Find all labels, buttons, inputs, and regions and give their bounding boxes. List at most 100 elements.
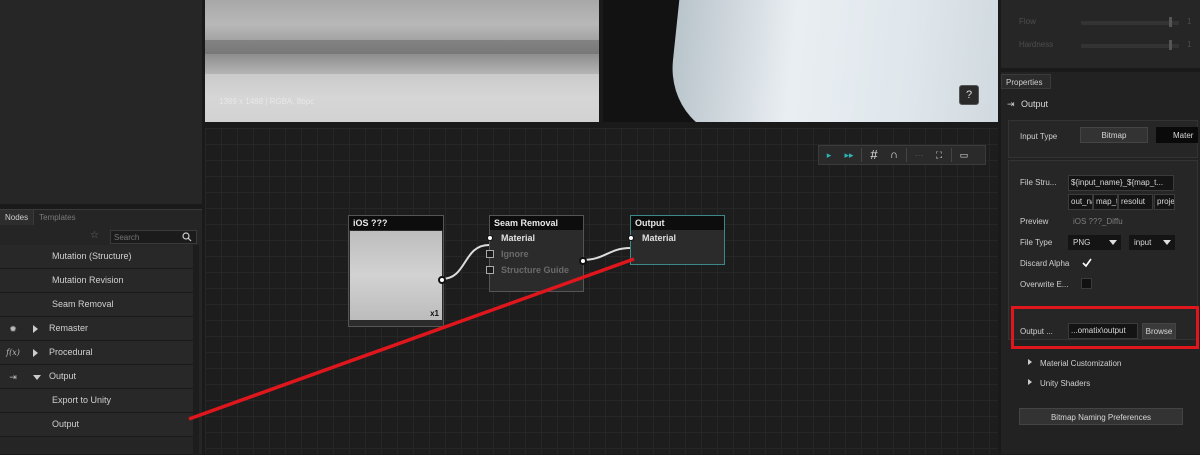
- list-item-label: Export to Unity: [52, 395, 112, 405]
- list-item-label: Output: [52, 419, 80, 429]
- file-structure-part[interactable]: resolut: [1118, 194, 1153, 210]
- list-item[interactable]: Mutation (Structure): [0, 245, 193, 269]
- scrollbar[interactable]: [193, 245, 199, 455]
- slider-hardness[interactable]: Hardness 1: [1001, 37, 1200, 55]
- preview-value: iOS ???_Diffu: [1073, 217, 1123, 226]
- properties-panel: Properties ⇥ Output Input Type Bitmap Ma…: [1001, 72, 1200, 454]
- list-item[interactable]: Export to Unity: [0, 389, 193, 413]
- checkmark-icon[interactable]: [1081, 257, 1093, 269]
- slider-handle[interactable]: [1169, 40, 1172, 50]
- function-icon: f(x): [6, 348, 20, 357]
- help-button[interactable]: ?: [959, 85, 979, 105]
- group-label: Output: [49, 371, 77, 381]
- file-type-dropdown[interactable]: PNG: [1068, 235, 1121, 250]
- slider-track[interactable]: [1081, 21, 1179, 25]
- node-graph-canvas[interactable]: ▸ ▸▸ # ∩ ⋯ ⛶ ▭ iOS ??? x1 Seam Removal M…: [205, 128, 998, 454]
- discard-alpha-label: Discard Alpha: [1020, 259, 1070, 268]
- chevron-right-icon[interactable]: [33, 349, 38, 357]
- search-box[interactable]: [110, 230, 197, 244]
- brush-settings-panel: Flow 1 Hardness 1: [1001, 0, 1200, 68]
- input-port[interactable]: [486, 266, 494, 274]
- tab-properties[interactable]: Properties: [1001, 74, 1051, 89]
- dropdown-value: PNG: [1073, 238, 1091, 247]
- section-output-header[interactable]: ⇥ Output: [1003, 96, 1198, 112]
- tab-nodes[interactable]: Nodes: [0, 210, 35, 225]
- output-icon: ⇥: [1007, 99, 1015, 109]
- list-item[interactable]: Mutation Revision: [0, 269, 193, 293]
- group-label: Procedural: [49, 347, 93, 357]
- 2d-viewport[interactable]: 1389 x 1488 | RGBA, 8bpc: [205, 0, 599, 122]
- input-port[interactable]: [487, 235, 493, 241]
- left-top-panel: [0, 0, 202, 204]
- port-label: Material: [501, 233, 536, 243]
- node-title: Seam Removal: [490, 216, 583, 230]
- list-item-label: Mutation Revision: [52, 275, 124, 285]
- port-material[interactable]: Material: [628, 230, 724, 246]
- chevron-right-icon: [1028, 379, 1032, 385]
- port-ignore[interactable]: Ignore: [486, 246, 583, 262]
- bit-depth-dropdown[interactable]: input: [1129, 235, 1175, 250]
- input-type-bitmap-button[interactable]: Bitmap: [1080, 127, 1148, 143]
- connection-wire: [581, 247, 631, 261]
- tab-templates[interactable]: Templates: [34, 210, 80, 225]
- list-item-output[interactable]: Output: [0, 413, 193, 437]
- group-remaster[interactable]: ✹ Remaster: [0, 317, 193, 341]
- input-port[interactable]: [628, 235, 634, 241]
- slider-value: 1: [1187, 40, 1192, 49]
- node-library-list: Mutation (Structure) Mutation Revision S…: [0, 245, 193, 437]
- list-item[interactable]: Seam Removal: [0, 293, 193, 317]
- node-output[interactable]: Output Material: [628, 215, 725, 265]
- port-label: Structure Guide: [501, 265, 570, 275]
- slider-label: Hardness: [1019, 40, 1054, 49]
- node-input[interactable]: iOS ??? x1: [348, 215, 446, 327]
- input-type-group: Input Type Bitmap Mater: [1008, 120, 1198, 158]
- group-label: Remaster: [49, 323, 89, 333]
- section-title: Output: [1021, 99, 1049, 109]
- 3d-model-preview: [664, 0, 998, 122]
- output-port[interactable]: [579, 257, 587, 265]
- highlight-box: [1011, 306, 1199, 349]
- search-icon: [182, 232, 192, 242]
- input-port[interactable]: [486, 250, 494, 258]
- tree-label: Material Customization: [1040, 359, 1122, 368]
- chevron-right-icon: [1028, 359, 1032, 365]
- file-structure-part[interactable]: proje: [1154, 194, 1175, 210]
- tree-item-material-customization[interactable]: Material Customization: [1028, 359, 1121, 368]
- 3d-viewport[interactable]: ?: [603, 0, 998, 122]
- file-structure-part[interactable]: out_name: [1068, 194, 1093, 210]
- output-port[interactable]: [438, 276, 446, 284]
- chevron-down-icon[interactable]: [33, 375, 41, 380]
- file-structure-part[interactable]: map_type: [1093, 194, 1118, 210]
- input-type-material-button[interactable]: Mater: [1156, 127, 1198, 143]
- slider-flow[interactable]: Flow 1: [1001, 14, 1200, 32]
- nodes-panel-tabs: Nodes Templates: [0, 210, 81, 225]
- node-title: iOS ???: [349, 216, 443, 230]
- slider-handle[interactable]: [1169, 17, 1172, 27]
- file-type-label: File Type: [1020, 238, 1053, 247]
- file-structure-label: File Stru...: [1020, 178, 1057, 187]
- preview-label: Preview: [1020, 217, 1049, 226]
- port-structure-guide[interactable]: Structure Guide: [486, 262, 583, 278]
- port-label: Ignore: [501, 249, 529, 259]
- tree-item-unity-shaders[interactable]: Unity Shaders: [1028, 379, 1090, 388]
- search-input[interactable]: [111, 231, 181, 243]
- chevron-right-icon[interactable]: [33, 325, 38, 333]
- overwrite-checkbox[interactable]: [1081, 278, 1092, 289]
- port-material[interactable]: Material: [487, 230, 583, 246]
- node-seam-removal[interactable]: Seam Removal Material Ignore Structure G…: [486, 215, 587, 292]
- list-item-label: Mutation (Structure): [52, 251, 132, 261]
- favorite-star-icon[interactable]: ☆: [90, 230, 102, 242]
- group-output[interactable]: ⇥ Output: [0, 365, 193, 389]
- tree-label: Unity Shaders: [1040, 379, 1091, 388]
- overwrite-label: Overwrite E...: [1020, 280, 1069, 289]
- slider-value: 1: [1187, 17, 1192, 26]
- texture-band: [205, 40, 599, 54]
- node-connections: [441, 244, 631, 280]
- group-procedural[interactable]: f(x) Procedural: [0, 341, 193, 365]
- slider-track[interactable]: [1081, 44, 1179, 48]
- bitmap-naming-preferences-button[interactable]: Bitmap Naming Preferences: [1019, 408, 1183, 425]
- connection-wire: [441, 244, 490, 280]
- output-icon: ⇥: [9, 372, 17, 382]
- node-thumbnail: x1: [350, 231, 442, 320]
- file-structure-field[interactable]: ${input_name}_${map_t...: [1068, 175, 1174, 191]
